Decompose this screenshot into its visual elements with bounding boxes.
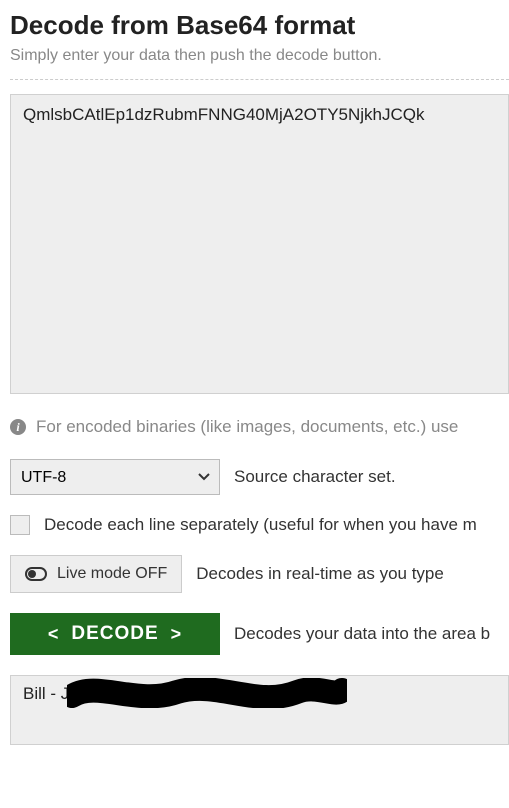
chevron-left-icon: < [48,624,60,645]
decoded-output-text: Bill - J [23,684,69,703]
binary-hint: i For encoded binaries (like images, doc… [10,417,509,437]
decode-description: Decodes your data into the area b [234,624,490,644]
chevron-right-icon: > [171,624,183,645]
decoded-output[interactable]: Bill - J [10,675,509,745]
page-title: Decode from Base64 format [10,10,509,41]
decode-button[interactable]: < DECODE > [10,613,220,655]
charset-description: Source character set. [234,467,396,487]
page-subtitle: Simply enter your data then push the dec… [10,47,509,65]
live-mode-toggle[interactable]: Live mode OFF [10,555,182,593]
encoded-input[interactable] [10,94,509,394]
info-icon: i [10,419,26,435]
divider [10,79,509,80]
per-line-label: Decode each line separately (useful for … [44,515,477,535]
toggle-off-icon [25,567,47,581]
charset-select[interactable]: UTF-8 [10,459,220,495]
binary-hint-text: For encoded binaries (like images, docum… [36,417,458,437]
live-mode-description: Decodes in real-time as you type [196,564,444,584]
live-mode-label: Live mode OFF [57,565,167,583]
per-line-checkbox[interactable] [10,515,30,535]
redaction-mark [67,678,347,708]
decode-button-label: DECODE [71,623,158,645]
